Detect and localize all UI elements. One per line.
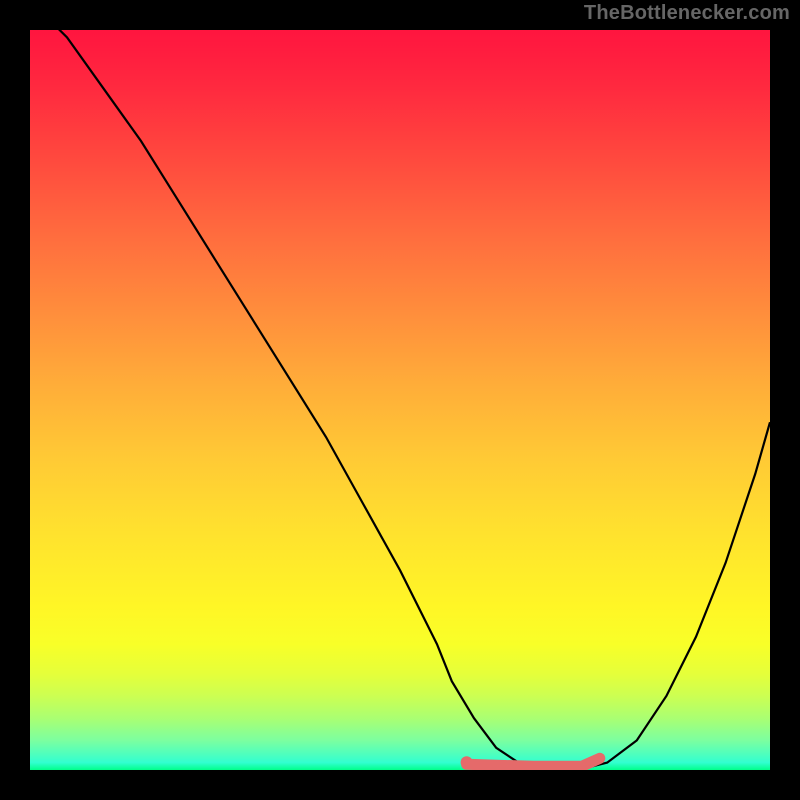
optimal-range-marker xyxy=(467,758,600,766)
plot-area xyxy=(30,30,770,770)
bottleneck-curve xyxy=(30,30,770,770)
attribution-text: TheBottlenecker.com xyxy=(584,2,790,25)
chart-frame: TheBottlenecker.com xyxy=(0,0,800,800)
curve-svg xyxy=(30,30,770,770)
